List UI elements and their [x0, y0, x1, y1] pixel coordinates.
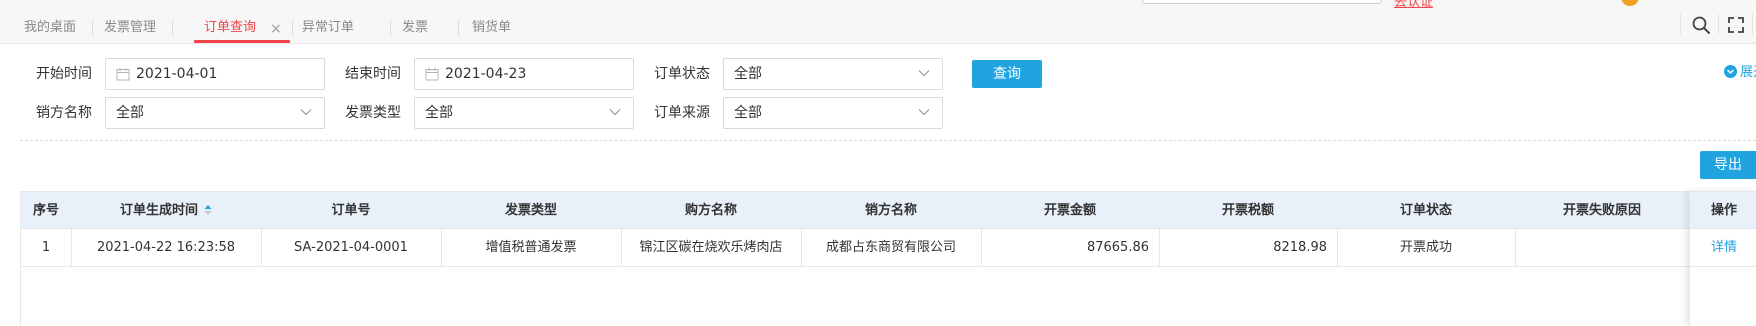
tab-invoice[interactable]: 发票: [402, 0, 428, 44]
tab-my-desktop[interactable]: 我的桌面: [24, 0, 76, 44]
start-time-label: 开始时间: [36, 66, 92, 82]
seller-name-select[interactable]: 全部: [105, 97, 325, 129]
col-header-invoice-type: 发票类型: [504, 203, 557, 218]
tab-divider: [92, 20, 93, 36]
sort-icon[interactable]: [204, 194, 212, 215]
chevron-down-icon: [609, 109, 621, 116]
end-time-label: 结束时间: [345, 66, 401, 82]
top-search-field[interactable]: [1142, 0, 1382, 4]
invoice-type-value: 全部: [425, 105, 453, 121]
fullscreen-icon[interactable]: [1725, 14, 1747, 36]
col-header-status: 订单状态: [1399, 203, 1452, 218]
tab-label: 订单查询: [204, 20, 257, 35]
tab-label: 发票管理: [104, 20, 157, 35]
detail-link[interactable]: 详情: [1690, 229, 1756, 267]
cell-status: 开票成功: [1399, 240, 1452, 255]
col-header-action: 操作: [1690, 191, 1756, 229]
cell-tax: 8218.98: [1273, 240, 1327, 255]
tab-divider: [390, 20, 391, 36]
col-header-created-at[interactable]: 订单生成时间: [71, 192, 261, 230]
fixed-action-column: 操作 详情: [1689, 191, 1756, 326]
order-source-value: 全部: [734, 105, 762, 121]
chevron-down-icon: [918, 109, 930, 116]
table-header: 序号 订单生成时间 订单号 发票类型 购方名称 销方名称 开票金额 开票税额 订…: [21, 191, 1756, 229]
toolbar-divider: [1718, 14, 1719, 34]
filter-divider: [20, 140, 1756, 141]
cell-amount: 87665.86: [1086, 240, 1149, 255]
chevron-down-icon: [300, 109, 312, 116]
tab-sales-slip[interactable]: 销货单: [472, 0, 511, 44]
calendar-icon: [116, 68, 130, 81]
tab-label: 我的桌面: [24, 20, 77, 35]
tab-label: 销货单: [472, 20, 512, 35]
col-header-buyer: 购方名称: [684, 203, 737, 218]
close-tab-icon[interactable]: ×: [270, 0, 282, 58]
start-time-value: 2021-04-01: [136, 66, 218, 82]
invoice-type-select[interactable]: 全部: [414, 97, 634, 129]
calendar-icon: [425, 68, 439, 81]
col-header-order-no: 订单号: [331, 203, 371, 218]
tab-abnormal-orders[interactable]: 异常订单: [302, 0, 354, 44]
col-header-seller: 销方名称: [864, 203, 917, 218]
avatar[interactable]: [1621, 0, 1639, 6]
cell-seller: 成都占东商贸有限公司: [825, 240, 956, 255]
tab-invoice-management[interactable]: 发票管理: [104, 0, 156, 44]
col-header-index: 序号: [32, 203, 59, 218]
expand-toggle[interactable]: 展开: [1724, 65, 1756, 81]
export-button[interactable]: 导出: [1700, 151, 1756, 179]
tab-divider: [458, 20, 459, 36]
expand-label: 展开: [1740, 65, 1756, 80]
cell-order-no: SA-2021-04-0001: [294, 240, 408, 255]
tab-divider: [172, 20, 173, 36]
cell-index: 1: [41, 240, 51, 255]
cell-created-at: 2021-04-22 16:23:58: [96, 240, 236, 255]
query-button[interactable]: 查询: [972, 60, 1042, 88]
end-time-value: 2021-04-23: [445, 66, 527, 82]
orders-table: 序号 订单生成时间 订单号 发票类型 购方名称 销方名称 开票金额 开票税额 订…: [20, 191, 1756, 326]
cell-fail-reason: [1515, 229, 1689, 267]
order-status-select[interactable]: 全部: [723, 58, 943, 90]
chevron-down-circle-icon: [1724, 65, 1737, 78]
col-header-fail-reason: 开票失败原因: [1562, 203, 1641, 218]
tab-bar: 去认证 我的桌面 发票管理 订单查询 × 异常订单 发票 销货单: [0, 0, 1756, 44]
order-status-value: 全部: [734, 66, 762, 82]
start-time-field[interactable]: 2021-04-01: [105, 58, 325, 90]
invoice-type-label: 发票类型: [345, 105, 401, 121]
cell-buyer: 锦江区碳在烧欢乐烤肉店: [639, 240, 783, 255]
col-header-tax: 开票税额: [1221, 203, 1274, 218]
table-row[interactable]: 1 2021-04-22 16:23:58 SA-2021-04-0001 增值…: [21, 229, 1756, 267]
end-time-field[interactable]: 2021-04-23: [414, 58, 634, 90]
tab-order-query[interactable]: 订单查询: [194, 0, 291, 44]
cell-invoice-type: 增值税普通发票: [485, 240, 577, 255]
order-source-select[interactable]: 全部: [723, 97, 943, 129]
search-icon[interactable]: [1690, 14, 1712, 36]
tab-label: 发票: [402, 20, 429, 35]
chevron-down-icon: [918, 70, 930, 77]
order-source-label: 订单来源: [654, 105, 710, 121]
toolbar-divider: [1680, 14, 1681, 34]
tab-divider: [292, 20, 293, 36]
toolbar-divider: [1752, 14, 1753, 34]
seller-name-value: 全部: [116, 105, 144, 121]
col-header-amount: 开票金额: [1043, 203, 1096, 218]
order-status-label: 订单状态: [654, 66, 710, 82]
seller-name-label: 销方名称: [36, 105, 92, 121]
col-header-label: 订单生成时间: [119, 203, 198, 218]
tab-label: 异常订单: [302, 20, 355, 35]
verify-link[interactable]: 去认证: [1394, 0, 1433, 10]
